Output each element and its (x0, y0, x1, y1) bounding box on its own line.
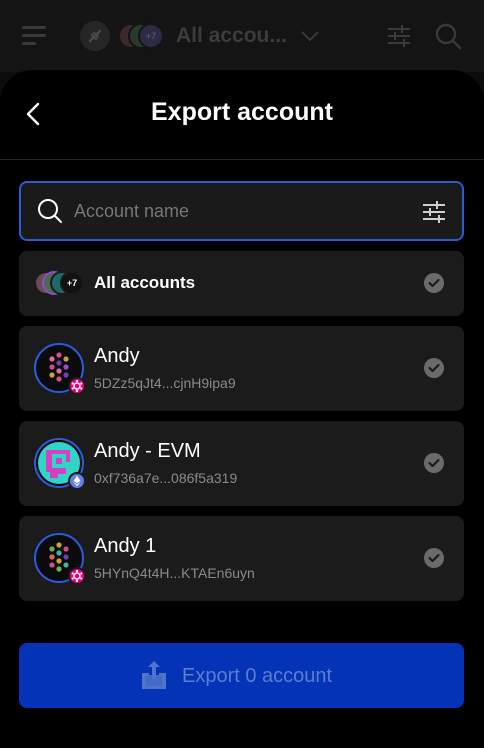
avatar-overflow-count: +7 (138, 23, 164, 49)
customize-icon[interactable] (386, 24, 412, 48)
account-avatars-stack: +7 (34, 271, 86, 297)
top-bar: +7 All accou... (0, 0, 484, 72)
chevron-down-icon[interactable] (300, 30, 320, 42)
account-list[interactable]: +7 All accounts Andy 5DZz5qJt4...cjnH9ip… (19, 251, 464, 611)
export-icon (142, 661, 166, 689)
check-circle-icon (424, 273, 444, 293)
check-circle-icon (424, 548, 444, 568)
account-address: 5HYnQ4t4H...KTAEn6uyn (94, 565, 255, 581)
avatar (34, 438, 86, 490)
export-account-button[interactable]: Export 0 account (19, 643, 464, 708)
account-avatars-stack[interactable]: +7 (118, 23, 168, 51)
search-icon (38, 199, 62, 223)
polkadot-network-icon (68, 377, 86, 395)
check-circle-icon (424, 453, 444, 473)
account-address: 0xf736a7e...086f5a319 (94, 470, 238, 486)
check-circle-icon (424, 358, 444, 378)
menu-icon[interactable] (22, 26, 46, 46)
avatar-overflow-count: +7 (60, 271, 84, 295)
modal-header: Export account (0, 70, 484, 160)
list-item-account[interactable]: Andy 1 5HYnQ4t4H...KTAEn6uyn (19, 516, 464, 601)
avatar (34, 343, 86, 395)
ethereum-network-icon (68, 472, 86, 490)
account-name: Andy 1 (94, 535, 157, 557)
list-item-account[interactable]: Andy 5DZz5qJt4...cjnH9ipa9 (19, 326, 464, 411)
search-icon[interactable] (434, 22, 462, 50)
account-name: Andy - EVM (94, 440, 201, 462)
network-connection-icon[interactable] (80, 21, 110, 51)
search-input[interactable] (74, 197, 404, 225)
polkadot-network-icon (68, 567, 86, 585)
export-account-modal: Export account +7 All accounts (0, 70, 484, 748)
account-name: Andy (94, 345, 140, 367)
filter-icon[interactable] (421, 200, 447, 224)
avatar (34, 533, 86, 585)
list-item-all-accounts[interactable]: +7 All accounts (19, 251, 464, 316)
current-account-title[interactable]: All accou... (176, 24, 287, 48)
account-address: 5DZz5qJt4...cjnH9ipa9 (94, 375, 236, 391)
list-item-account[interactable]: Andy - EVM 0xf736a7e...086f5a319 (19, 421, 464, 506)
page-title: Export account (151, 98, 333, 126)
export-button-label: Export 0 account (182, 665, 333, 687)
list-item-label: All accounts (94, 273, 196, 292)
account-search-box[interactable] (19, 181, 464, 241)
